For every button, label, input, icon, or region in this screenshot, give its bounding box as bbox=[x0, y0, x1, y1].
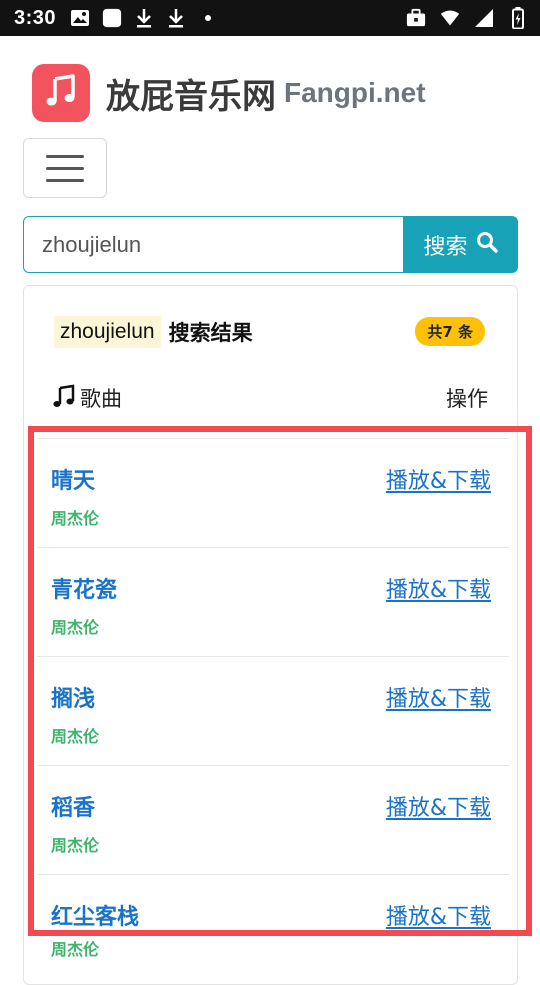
song-list: 晴天 周杰伦 播放&下载 青花瓷 周杰伦 播放&下载 搁浅 周杰伦 播放&下载 … bbox=[37, 438, 509, 984]
site-logo[interactable] bbox=[32, 64, 90, 122]
image-icon bbox=[70, 8, 90, 28]
download-icon bbox=[166, 8, 186, 28]
notification-icons bbox=[70, 8, 218, 28]
table-row: 搁浅 周杰伦 播放&下载 bbox=[37, 657, 509, 766]
table-row: 晴天 周杰伦 播放&下载 bbox=[37, 439, 509, 548]
search-form: 搜索 bbox=[23, 216, 518, 273]
table-row: 稻香 周杰伦 播放&下载 bbox=[37, 766, 509, 875]
column-song-label: 歌曲 bbox=[80, 387, 122, 411]
dot-icon bbox=[198, 8, 218, 28]
wifi-icon bbox=[440, 8, 460, 28]
system-icons bbox=[406, 0, 528, 36]
song-title-link[interactable]: 晴天 bbox=[51, 463, 95, 495]
site-header[interactable]: 放屁音乐网 Fangpi.net bbox=[32, 64, 426, 122]
search-icon bbox=[476, 231, 498, 259]
status-time: 3:30 bbox=[14, 6, 57, 29]
site-domain[interactable]: Fangpi.net bbox=[284, 77, 426, 109]
download-icon bbox=[134, 8, 154, 28]
briefcase-icon bbox=[406, 8, 426, 28]
status-bar: 3:30 bbox=[0, 0, 540, 36]
search-input[interactable] bbox=[23, 216, 403, 273]
music-note-icon bbox=[52, 384, 76, 413]
column-action-label: 操作 bbox=[446, 387, 488, 411]
song-title-link[interactable]: 红尘客栈 bbox=[51, 899, 139, 931]
song-artist-link[interactable]: 周杰伦 bbox=[51, 832, 99, 856]
play-download-link[interactable]: 播放&下载 bbox=[386, 899, 491, 931]
play-download-link[interactable]: 播放&下载 bbox=[386, 681, 491, 713]
music-note-icon bbox=[44, 74, 78, 112]
results-title: 搜索结果 bbox=[168, 321, 253, 345]
song-title-link[interactable]: 搁浅 bbox=[51, 681, 95, 713]
search-button[interactable]: 搜索 bbox=[403, 216, 518, 273]
song-title-link[interactable]: 青花瓷 bbox=[51, 572, 117, 604]
search-keyword: zhoujielun bbox=[54, 316, 161, 348]
search-button-label: 搜索 bbox=[423, 234, 468, 260]
play-download-link[interactable]: 播放&下载 bbox=[386, 572, 491, 604]
site-name[interactable]: 放屁音乐网 bbox=[106, 69, 276, 118]
result-count-badge: 共7 条 bbox=[415, 317, 485, 346]
table-header: 歌曲 操作 bbox=[52, 382, 488, 414]
song-artist-link[interactable]: 周杰伦 bbox=[51, 723, 99, 747]
play-download-link[interactable]: 播放&下载 bbox=[386, 463, 491, 495]
play-download-link[interactable]: 播放&下载 bbox=[386, 790, 491, 822]
signal-icon bbox=[474, 8, 494, 28]
song-artist-link[interactable]: 周杰伦 bbox=[51, 936, 99, 960]
square-icon bbox=[102, 8, 122, 28]
results-heading: zhoujielun 搜索结果 bbox=[54, 316, 253, 348]
song-artist-link[interactable]: 周杰伦 bbox=[51, 614, 99, 638]
hamburger-icon bbox=[46, 154, 84, 158]
menu-toggle-button[interactable] bbox=[23, 138, 107, 198]
table-row: 红尘客栈 周杰伦 播放&下载 bbox=[37, 875, 509, 984]
results-card: zhoujielun 搜索结果 共7 条 歌曲 操作 晴天 周杰伦 播放&下载 … bbox=[23, 285, 518, 985]
table-row: 青花瓷 周杰伦 播放&下载 bbox=[37, 548, 509, 657]
song-artist-link[interactable]: 周杰伦 bbox=[51, 505, 99, 529]
song-title-link[interactable]: 稻香 bbox=[51, 790, 95, 822]
battery-icon bbox=[508, 7, 528, 29]
column-song: 歌曲 bbox=[52, 383, 122, 413]
